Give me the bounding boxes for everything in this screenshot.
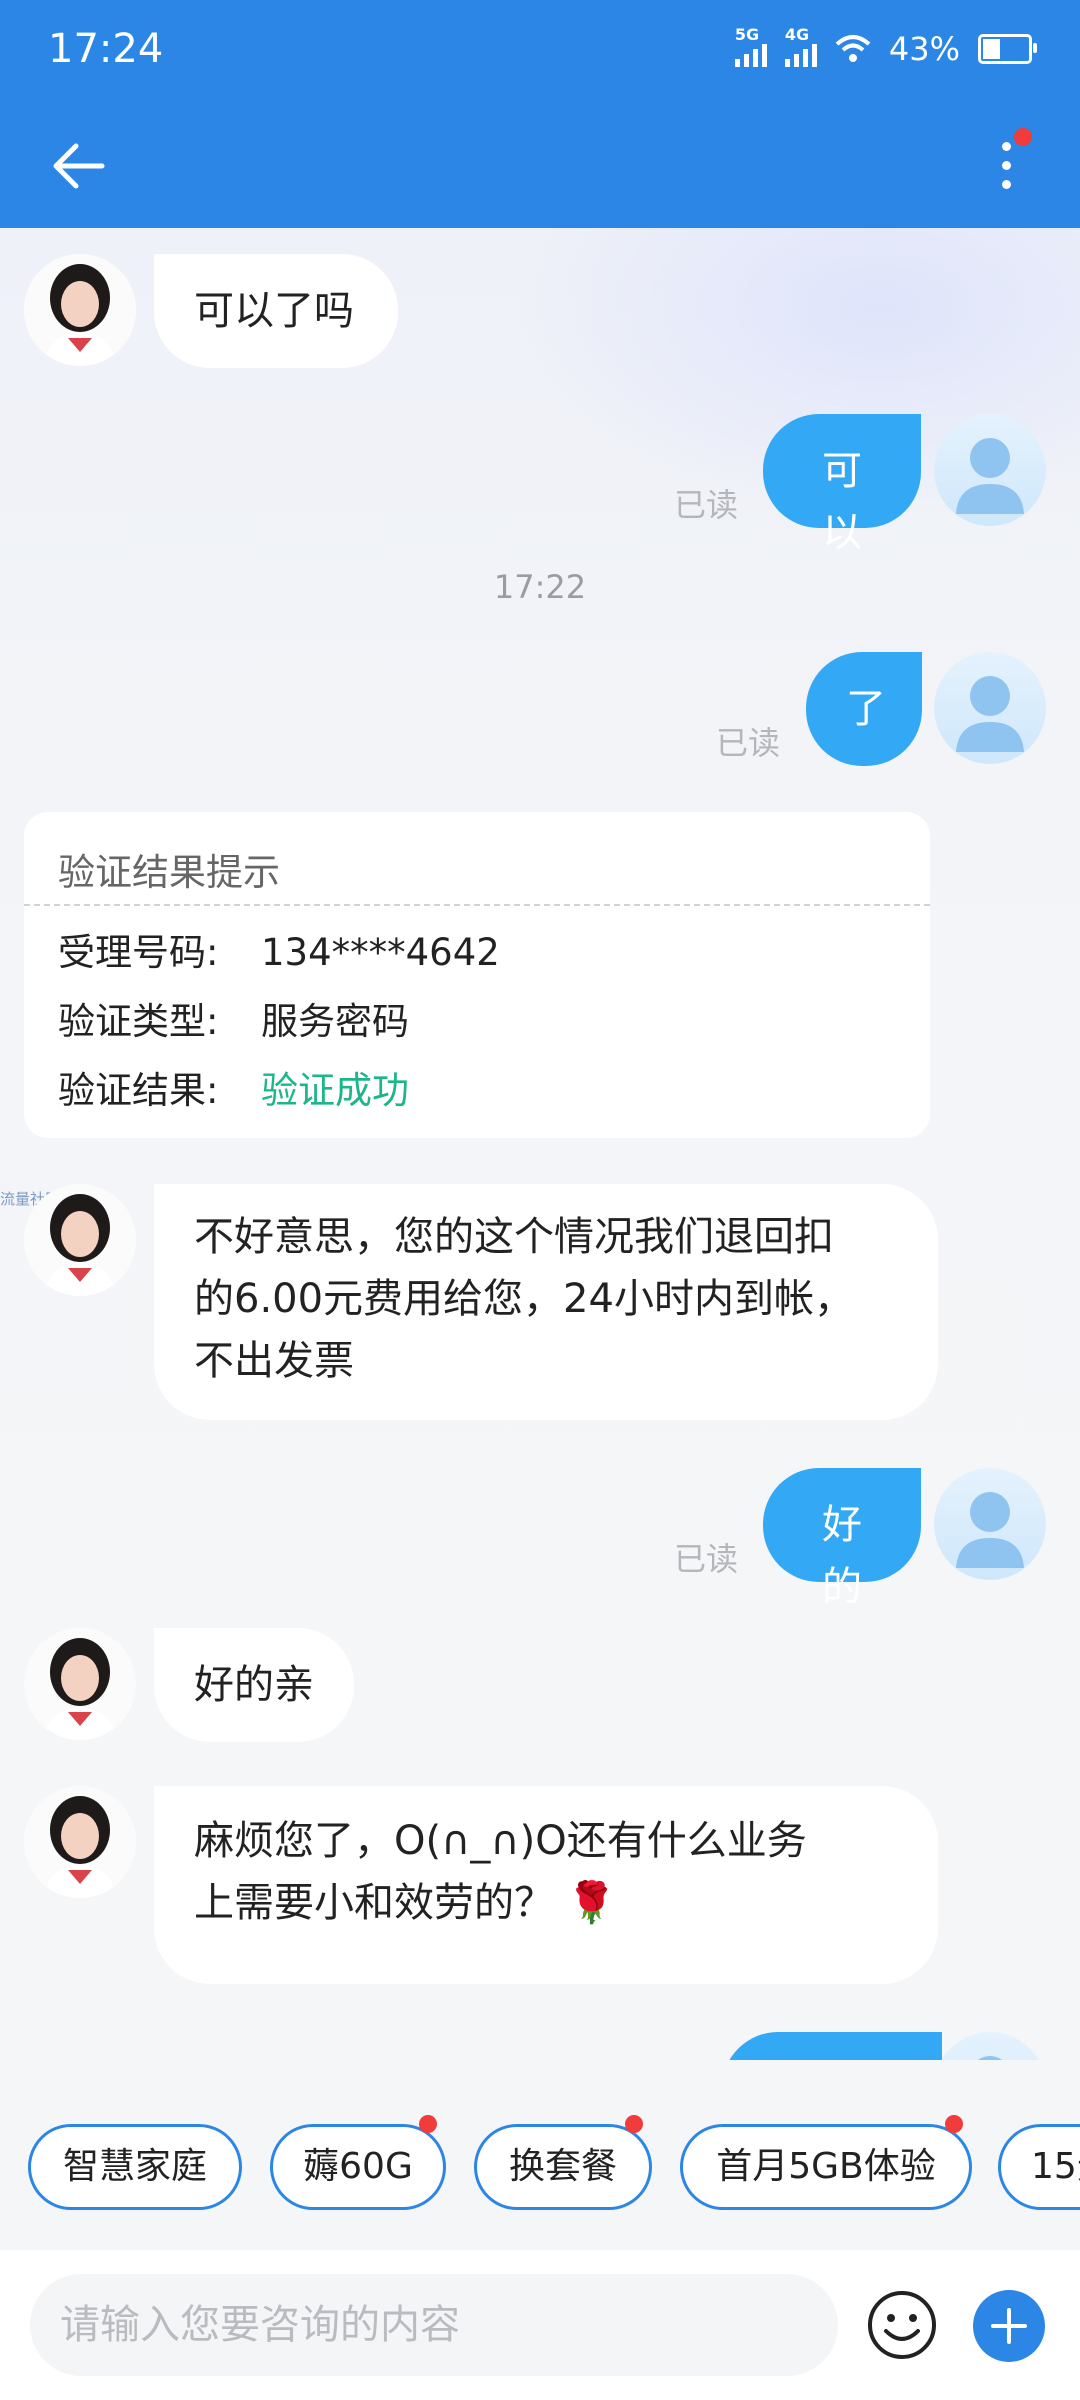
chip-badge <box>625 2115 643 2133</box>
message-line: 不好意思，您的这个情况我们退回扣 <box>194 1214 834 1260</box>
card-row-value: 134****4642 <box>261 931 500 974</box>
user-message: 了 <box>806 652 922 766</box>
agent-message: 不好意思，您的这个情况我们退回扣 的6.00元费用给您，24小时内到帐， 不出发… <box>154 1184 938 1420</box>
agent-message: 好的亲 <box>154 1628 354 1742</box>
user-avatar[interactable] <box>934 2032 1046 2060</box>
battery-icon <box>978 34 1037 64</box>
more-vertical-icon-dot <box>1002 180 1011 189</box>
notification-badge <box>1014 128 1032 146</box>
agent-message: 麻烦您了，O(∩_∩)O还有什么业务 上需要小和效劳的？ 🌹 <box>154 1786 938 1984</box>
quick-chip[interactable]: 15元 <box>998 2124 1080 2210</box>
more-vertical-icon-dot <box>1002 161 1011 170</box>
read-status: 已读 <box>674 486 739 524</box>
card-row: 验证类型: 服务密码 <box>58 991 409 1045</box>
more-vertical-icon <box>1002 142 1011 151</box>
quick-chip[interactable]: 薅60G <box>270 2115 446 2210</box>
card-row-key: 验证结果: <box>58 1069 219 1112</box>
verification-result-card: 验证结果提示 受理号码: 134****4642 验证类型: 服务密码 验证结果: 验… <box>24 812 930 1138</box>
message-input[interactable] <box>30 2274 838 2376</box>
app-bar <box>0 100 1080 228</box>
quick-chip[interactable]: 换套餐 <box>474 2115 652 2210</box>
plus-button[interactable] <box>973 2290 1045 2362</box>
card-row-key: 受理号码: <box>58 931 219 974</box>
card-row: 受理号码: 134****4642 <box>58 922 500 976</box>
back-button[interactable] <box>44 130 114 200</box>
card-title: 验证结果提示 <box>58 851 280 894</box>
agent-avatar[interactable] <box>24 1184 136 1296</box>
signal-5g-icon: 5G <box>734 25 767 67</box>
message-text: 好的亲 <box>194 1662 314 1708</box>
agent-portrait-icon <box>24 1786 136 1898</box>
user-message-partial <box>722 2032 942 2060</box>
agent-avatar[interactable] <box>24 1628 136 1740</box>
battery-fill <box>983 39 1000 59</box>
wifi-icon <box>835 35 871 62</box>
message-timestamp: 17:22 <box>493 568 587 606</box>
agent-message: 可以了吗 <box>154 254 398 368</box>
message-text: 了 <box>846 686 886 732</box>
user-avatar[interactable] <box>934 414 1046 526</box>
agent-portrait-icon <box>24 254 136 366</box>
user-silhouette-icon <box>978 2056 1002 2060</box>
card-row: 验证结果: 验证成功 <box>58 1060 409 1114</box>
user-silhouette-icon <box>956 676 1024 752</box>
card-row-value: 服务密码 <box>261 1000 409 1043</box>
signal-4g-icon: 4G <box>784 25 817 67</box>
chip-badge <box>419 2115 437 2133</box>
signal-label: 5G <box>734 25 760 44</box>
message-text: 好的 <box>822 1502 862 1610</box>
message-text: 可以 <box>822 448 862 556</box>
message-line: 不出发票 <box>194 1338 354 1384</box>
chip-badge <box>945 2115 963 2133</box>
chip-label: 15元 <box>1031 2146 1080 2187</box>
user-avatar[interactable] <box>934 1468 1046 1580</box>
battery-percent: 43% <box>888 30 960 68</box>
quick-reply-bar[interactable]: 智慧家庭 薅60G 换套餐 首月5GB体验 15元 <box>0 2060 1080 2250</box>
agent-portrait-icon <box>24 1184 136 1296</box>
verification-success-value: 验证成功 <box>261 1069 409 1112</box>
agent-avatar[interactable] <box>24 1786 136 1898</box>
message-text: 可以了吗 <box>194 288 354 334</box>
read-status: 已读 <box>716 724 781 762</box>
agent-avatar[interactable] <box>24 254 136 366</box>
user-silhouette-icon <box>956 1492 1024 1568</box>
smiley-icon <box>868 2291 936 2359</box>
input-bar <box>0 2250 1080 2400</box>
status-icons: 5G 4G 43% <box>734 25 1037 68</box>
user-message: 可以 <box>763 414 921 556</box>
chip-label: 智慧家庭 <box>62 2146 207 2187</box>
chat-area[interactable]: 可以了吗 已读 可以 17:22 已读 了 验证结果提示 受理号码: 134***… <box>0 228 1080 2060</box>
message-line: 上需要小和效劳的？ 🌹 <box>194 1880 617 1926</box>
quick-chip[interactable]: 智慧家庭 <box>28 2124 242 2210</box>
message-line: 的6.00元费用给您，24小时内到帐， <box>194 1276 854 1322</box>
plus-icon <box>991 2308 1027 2344</box>
user-message: 好的 <box>763 1468 921 1610</box>
user-silhouette-icon <box>956 438 1024 514</box>
more-menu-button[interactable] <box>980 128 1040 204</box>
message-line: 麻烦您了，O(∩_∩)O还有什么业务 <box>194 1818 807 1864</box>
signal-label: 4G <box>784 25 810 44</box>
status-time: 17:24 <box>48 26 164 72</box>
status-bar: 17:24 5G 4G 43% <box>0 0 1080 100</box>
chip-label: 薅60G <box>303 2146 413 2187</box>
arrow-left-icon <box>53 143 105 189</box>
emoji-button[interactable] <box>866 2289 938 2361</box>
quick-chip[interactable]: 首月5GB体验 <box>680 2115 972 2210</box>
chip-label: 换套餐 <box>508 2146 617 2187</box>
read-status: 已读 <box>674 1540 739 1578</box>
chip-label: 首月5GB体验 <box>716 2146 936 2187</box>
card-divider <box>24 904 930 906</box>
agent-portrait-icon <box>24 1628 136 1740</box>
card-row-key: 验证类型: <box>58 1000 219 1043</box>
user-avatar[interactable] <box>934 652 1046 764</box>
